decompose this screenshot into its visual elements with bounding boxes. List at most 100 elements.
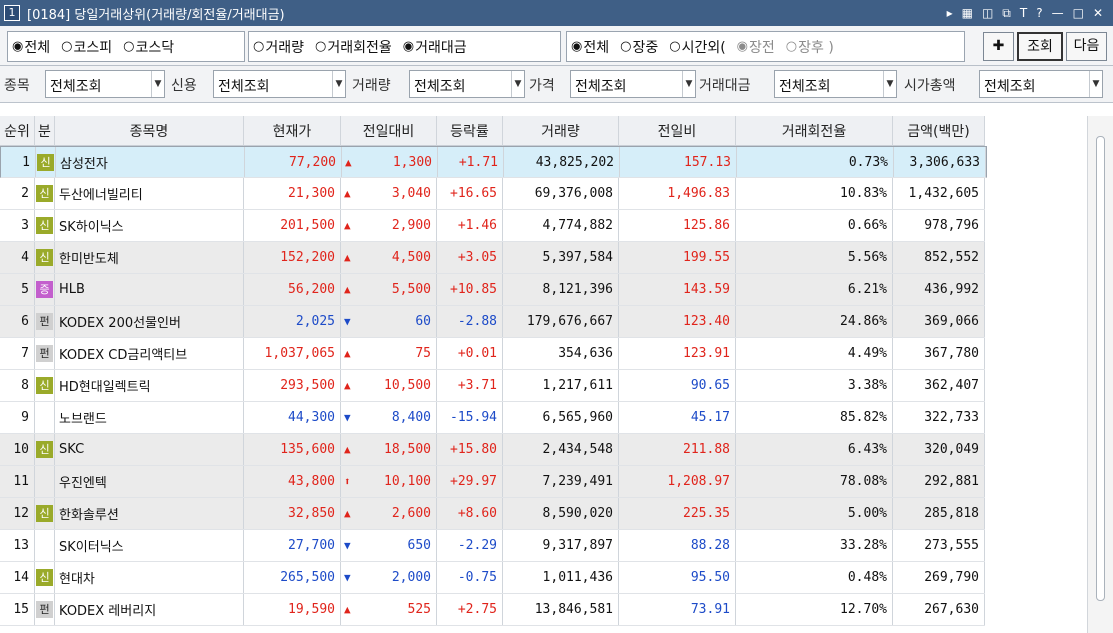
turnover-cell: 5.56% bbox=[736, 242, 893, 273]
amount-cell: 362,407 bbox=[893, 370, 985, 401]
column-header[interactable]: 종목명 bbox=[55, 116, 244, 146]
table-row[interactable]: 6 펀 KODEX 200선물인버 2,025 ▼ 60 -2.88 179,676,667 1… bbox=[0, 306, 985, 338]
play-icon[interactable]: ▸ bbox=[947, 6, 953, 21]
scrollbar-thumb[interactable] bbox=[1096, 136, 1105, 601]
amount-cell: 978,796 bbox=[893, 210, 985, 241]
change-cell: ⬆ 10,100 bbox=[341, 466, 437, 497]
turnover-cell: 10.83% bbox=[736, 178, 893, 209]
turnover-cell: 4.49% bbox=[736, 338, 893, 369]
maximize-icon[interactable]: □ bbox=[1073, 6, 1084, 21]
column-header[interactable]: 전일비 bbox=[619, 116, 736, 146]
session-radio-1[interactable]: ○ 장중 bbox=[620, 37, 658, 57]
rate-cell: +2.75 bbox=[437, 594, 503, 625]
column-header[interactable]: 순위 bbox=[0, 116, 35, 146]
column-header[interactable]: 분 bbox=[35, 116, 55, 146]
column-header[interactable]: 금액(백만) bbox=[893, 116, 985, 146]
marketcap-filter-select[interactable]: 전체조회 ▼ bbox=[979, 70, 1103, 98]
down-arrow-icon: ▼ bbox=[344, 411, 351, 424]
table-row[interactable]: 7 펀 KODEX CD금리액티브 1,037,065 ▲ 75 +0.01 354,636 1… bbox=[0, 338, 985, 370]
amount-cell: 436,992 bbox=[893, 274, 985, 305]
radio-label: 코스피 bbox=[73, 39, 113, 56]
table-row[interactable]: 11 우진엔텍 43,800 ⬆ 10,100 +29.97 7,239,491 1,208.… bbox=[0, 466, 985, 498]
change-value: 10,500 bbox=[384, 378, 431, 393]
chevron-down-icon: ▼ bbox=[682, 71, 695, 97]
volume-cell: 9,317,897 bbox=[503, 530, 619, 561]
column-header[interactable]: 전일대비 bbox=[341, 116, 437, 146]
copy-icon[interactable]: ⧉ bbox=[1002, 6, 1011, 21]
volume-filter-select[interactable]: 전체조회 ▼ bbox=[409, 70, 525, 98]
market-radio-2[interactable]: ○ 코스닥 bbox=[123, 37, 174, 57]
radio-label: 코스닥 bbox=[135, 39, 175, 56]
change-cell: ▲ 10,500 bbox=[341, 370, 437, 401]
stock-name-cell: SK이터닉스 bbox=[55, 530, 244, 561]
stock-name-cell: 한미반도체 bbox=[55, 242, 244, 273]
rate-cell: -2.88 bbox=[437, 306, 503, 337]
badge-cell: 신 bbox=[35, 370, 55, 401]
column-header[interactable]: 거래회전율 bbox=[736, 116, 893, 146]
window-icon[interactable]: ◫ bbox=[982, 6, 993, 21]
rate-cell: +15.80 bbox=[437, 434, 503, 465]
sort-radio-1[interactable]: ○ 거래회전율 bbox=[315, 37, 392, 57]
change-cell: ▲ 75 bbox=[341, 338, 437, 369]
price-cell: 43,800 bbox=[244, 466, 341, 497]
column-header[interactable]: 현재가 bbox=[244, 116, 341, 146]
help-icon[interactable]: ? bbox=[1036, 6, 1042, 21]
price-cell: 19,590 bbox=[244, 594, 341, 625]
vertical-scrollbar[interactable] bbox=[1087, 116, 1113, 633]
table-row[interactable]: 1 신 삼성전자 77,200 ▲ 1,300 +1.71 43,825,202 157.13 0… bbox=[0, 146, 987, 178]
session-radio-0[interactable]: ◉ 전체 bbox=[571, 37, 609, 57]
radio-label: 장전 bbox=[749, 39, 775, 56]
grid-icon[interactable]: ▦ bbox=[962, 6, 973, 21]
table-row[interactable]: 14 신 현대차 265,500 ▼ 2,000 -0.75 1,011,436 95.50 0.… bbox=[0, 562, 985, 594]
rank-cell: 13 bbox=[0, 530, 35, 561]
table-row[interactable]: 5 증 HLB 56,200 ▲ 5,500 +10.85 8,121,396 143.59 6.… bbox=[0, 274, 985, 306]
change-cell: ▼ 2,000 bbox=[341, 562, 437, 593]
session-radio-4[interactable]: ○ 장후 ) bbox=[786, 37, 834, 57]
stock-filter-select[interactable]: 전체조회 ▼ bbox=[45, 70, 165, 98]
next-button[interactable]: 다음 bbox=[1066, 32, 1107, 61]
credit-filter-select[interactable]: 전체조회 ▼ bbox=[213, 70, 346, 98]
radio-unchecked-icon: ○ bbox=[253, 39, 265, 54]
market-radio-1[interactable]: ○ 코스피 bbox=[61, 37, 112, 57]
session-radio-3[interactable]: ◉ 장전 bbox=[737, 37, 775, 57]
table-row[interactable]: 4 신 한미반도체 152,200 ▲ 4,500 +3.05 5,397,584 199.55… bbox=[0, 242, 985, 274]
table-row[interactable]: 10 신 SKC 135,600 ▲ 18,500 +15.80 2,434,548 211.8… bbox=[0, 434, 985, 466]
add-button[interactable]: ✚ bbox=[983, 32, 1014, 61]
query-button[interactable]: 조회 bbox=[1017, 32, 1063, 61]
table-row[interactable]: 9 노브랜드 44,300 ▼ 8,400 -15.94 6,565,960 45.17 85.… bbox=[0, 402, 985, 434]
close-icon[interactable]: ✕ bbox=[1093, 6, 1103, 21]
minimize-icon[interactable]: — bbox=[1052, 6, 1064, 21]
sort-radio-0[interactable]: ○ 거래량 bbox=[253, 37, 304, 57]
table-row[interactable]: 8 신 HD현대일렉트릭 293,500 ▲ 10,500 +3.71 1,217,611 90… bbox=[0, 370, 985, 402]
market-radio-0[interactable]: ◉ 전체 bbox=[12, 37, 50, 57]
change-cell: ▲ 2,900 bbox=[341, 210, 437, 241]
column-header[interactable]: 거래량 bbox=[503, 116, 619, 146]
change-cell: ▲ 5,500 bbox=[341, 274, 437, 305]
change-value: 2,000 bbox=[391, 570, 431, 585]
stock-name-cell: 삼성전자 bbox=[56, 147, 245, 177]
table-row[interactable]: 12 신 한화솔루션 32,850 ▲ 2,600 +8.60 8,590,020 225.35… bbox=[0, 498, 985, 530]
amount-filter-select[interactable]: 전체조회 ▼ bbox=[774, 70, 897, 98]
sort-radio-2[interactable]: ◉ 거래대금 bbox=[403, 37, 467, 57]
radio-unchecked-icon: ○ bbox=[314, 39, 327, 54]
font-icon[interactable]: T bbox=[1020, 6, 1027, 21]
stock-name-cell: KODEX 200선물인버 bbox=[55, 306, 244, 337]
turnover-cell: 24.86% bbox=[736, 306, 893, 337]
price-filter-select[interactable]: 전체조회 ▼ bbox=[570, 70, 696, 98]
rate-cell: +1.71 bbox=[438, 147, 504, 177]
rank-cell: 12 bbox=[0, 498, 35, 529]
table-row[interactable]: 15 펀 KODEX 레버리지 19,590 ▲ 525 +2.75 13,846,581 73… bbox=[0, 594, 985, 626]
column-header[interactable]: 등락률 bbox=[437, 116, 503, 146]
badge-cell: 신 bbox=[36, 147, 56, 177]
table-row[interactable]: 13 SK이터닉스 27,700 ▼ 650 -2.29 9,317,897 88.28 33.… bbox=[0, 530, 985, 562]
volume-cell: 354,636 bbox=[503, 338, 619, 369]
badge-cell: 펀 bbox=[35, 306, 55, 337]
turnover-cell: 78.08% bbox=[736, 466, 893, 497]
rank-cell: 9 bbox=[0, 402, 35, 433]
table-row[interactable]: 3 신 SK하이닉스 201,500 ▲ 2,900 +1.46 4,774,882 125.8… bbox=[0, 210, 985, 242]
change-value: 60 bbox=[415, 314, 431, 329]
table-row[interactable]: 2 신 두산에너빌리티 21,300 ▲ 3,040 +16.65 69,376,008 1,4… bbox=[0, 178, 985, 210]
market-badge: 신 bbox=[36, 569, 53, 586]
market-badge: 펀 bbox=[36, 345, 53, 362]
session-radio-2[interactable]: ○ 시간외( bbox=[669, 37, 725, 57]
